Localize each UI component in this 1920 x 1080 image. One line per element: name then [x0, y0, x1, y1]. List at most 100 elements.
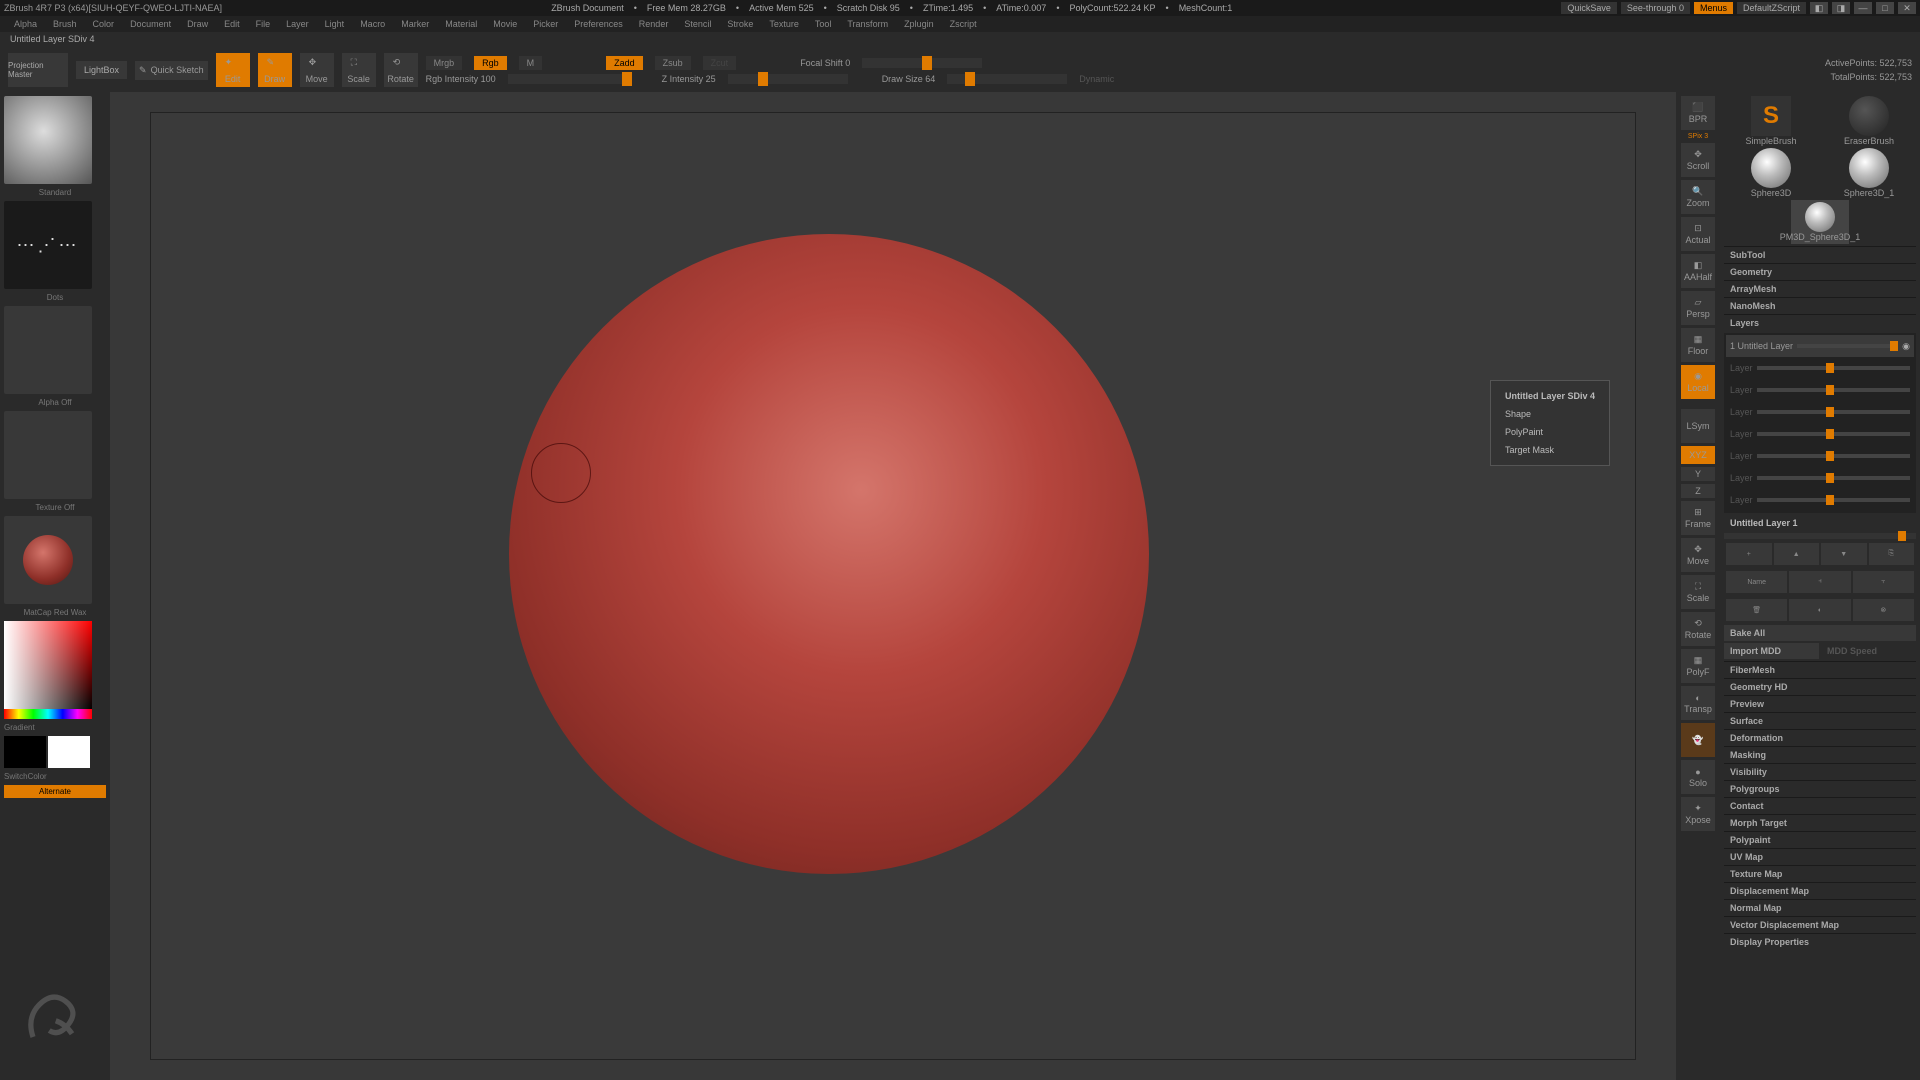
- seethrough-slider[interactable]: See-through 0: [1621, 2, 1690, 14]
- section-vector-displacement-map[interactable]: Vector Displacement Map: [1724, 916, 1916, 933]
- layer-row-active[interactable]: 1 Untitled Layer ◉: [1726, 335, 1914, 357]
- menu-stroke[interactable]: Stroke: [719, 17, 761, 31]
- zoom-button[interactable]: 🔍Zoom: [1681, 180, 1715, 214]
- layer-x-button[interactable]: ⊗: [1853, 599, 1914, 621]
- section-morph-target[interactable]: Morph Target: [1724, 814, 1916, 831]
- menu-document[interactable]: Document: [122, 17, 179, 31]
- section-arraymesh[interactable]: ArrayMesh: [1724, 280, 1916, 297]
- alternate-button[interactable]: Alternate: [4, 785, 106, 798]
- zsub-button[interactable]: Zsub: [655, 56, 691, 70]
- section-surface[interactable]: Surface: [1724, 712, 1916, 729]
- layer-row[interactable]: Layer: [1726, 401, 1914, 423]
- alpha-thumbnail[interactable]: [4, 306, 92, 394]
- layer-split-button[interactable]: ⫞: [1789, 571, 1850, 593]
- menu-movie[interactable]: Movie: [485, 17, 525, 31]
- section-displacement-map[interactable]: Displacement Map: [1724, 882, 1916, 899]
- frame-button[interactable]: ⊞Frame: [1681, 501, 1715, 535]
- import-mdd-button[interactable]: Import MDD: [1724, 643, 1819, 659]
- lsym-button[interactable]: LSym: [1681, 409, 1715, 443]
- layer-new-button[interactable]: +: [1726, 543, 1772, 565]
- scroll-button[interactable]: ✥Scroll: [1681, 143, 1715, 177]
- layer-dup-button[interactable]: ⎘: [1869, 543, 1915, 565]
- section-display-properties[interactable]: Display Properties: [1724, 933, 1916, 950]
- spix-label[interactable]: SPix 3: [1688, 133, 1708, 140]
- quicksave-button[interactable]: QuickSave: [1561, 2, 1617, 14]
- layer-row[interactable]: Layer: [1726, 357, 1914, 379]
- menu-color[interactable]: Color: [85, 17, 123, 31]
- menu-preferences[interactable]: Preferences: [566, 17, 631, 31]
- section-texture-map[interactable]: Texture Map: [1724, 865, 1916, 882]
- vpscale-button[interactable]: ⛶Scale: [1681, 575, 1715, 609]
- menu-edit[interactable]: Edit: [216, 17, 248, 31]
- default-zscript-button[interactable]: DefaultZScript: [1737, 2, 1806, 14]
- scale-button[interactable]: ⛶Scale: [342, 53, 376, 87]
- menu-picker[interactable]: Picker: [525, 17, 566, 31]
- layer-up-button[interactable]: ▲: [1774, 543, 1820, 565]
- vpmove-button[interactable]: ✥Move: [1681, 538, 1715, 572]
- layer-rec-icon[interactable]: ◉: [1902, 341, 1910, 352]
- layer-merge-button[interactable]: ⫟: [1853, 571, 1914, 593]
- rotate-button[interactable]: ⟲Rotate: [384, 53, 418, 87]
- menu-macro[interactable]: Macro: [352, 17, 393, 31]
- section-normal-map[interactable]: Normal Map: [1724, 899, 1916, 916]
- aahalf-button[interactable]: ◧AAHalf: [1681, 254, 1715, 288]
- menu-marker[interactable]: Marker: [393, 17, 437, 31]
- menu-file[interactable]: File: [248, 17, 279, 31]
- viewport[interactable]: [110, 92, 1676, 1080]
- menu-texture[interactable]: Texture: [761, 17, 807, 31]
- section-preview[interactable]: Preview: [1724, 695, 1916, 712]
- section-masking[interactable]: Masking: [1724, 746, 1916, 763]
- hue-slider[interactable]: [4, 709, 92, 719]
- menu-layer[interactable]: Layer: [278, 17, 317, 31]
- section-fibermesh[interactable]: FiberMesh: [1724, 661, 1916, 678]
- layer-row[interactable]: Layer: [1726, 423, 1914, 445]
- tool-eraserbrush[interactable]: EraserBrush: [1840, 96, 1898, 146]
- move-button[interactable]: ✥Move: [300, 53, 334, 87]
- zcut-button[interactable]: Zcut: [703, 56, 737, 70]
- draw-size-slider[interactable]: [947, 74, 1067, 84]
- section-subtool[interactable]: SubTool: [1724, 246, 1916, 263]
- swatch-black[interactable]: [4, 736, 46, 768]
- layer-row[interactable]: Layer: [1726, 445, 1914, 467]
- solo-button[interactable]: ●Solo: [1681, 760, 1715, 794]
- layer-row[interactable]: Layer: [1726, 379, 1914, 401]
- menu-material[interactable]: Material: [437, 17, 485, 31]
- menu-stencil[interactable]: Stencil: [676, 17, 719, 31]
- section-nanomesh[interactable]: NanoMesh: [1724, 297, 1916, 314]
- tool-pm3d[interactable]: PM3D_Sphere3D_1: [1791, 200, 1849, 244]
- menu-tool[interactable]: Tool: [807, 17, 840, 31]
- xpose-button[interactable]: ✦Xpose: [1681, 797, 1715, 831]
- color-picker[interactable]: [4, 621, 106, 719]
- section-polypaint[interactable]: Polypaint: [1724, 831, 1916, 848]
- zadd-button[interactable]: Zadd: [606, 56, 643, 70]
- tool-sphere3d1[interactable]: Sphere3D_1: [1840, 148, 1898, 198]
- bake-all-button[interactable]: Bake All: [1724, 625, 1916, 641]
- menus-button[interactable]: Menus: [1694, 2, 1733, 14]
- m-button[interactable]: M: [519, 56, 543, 70]
- local-button[interactable]: ◉Local: [1681, 365, 1715, 399]
- menu-zscript[interactable]: Zscript: [942, 17, 985, 31]
- layer-intensity-slider[interactable]: [1797, 344, 1898, 348]
- menu-transform[interactable]: Transform: [839, 17, 896, 31]
- section-deformation[interactable]: Deformation: [1724, 729, 1916, 746]
- section-geometry-hd[interactable]: Geometry HD: [1724, 678, 1916, 695]
- layer-down-button[interactable]: ▼: [1821, 543, 1867, 565]
- focal-shift-slider[interactable]: [862, 58, 982, 68]
- menu-zplugin[interactable]: Zplugin: [896, 17, 942, 31]
- texture-thumbnail[interactable]: [4, 411, 92, 499]
- tool-simplebrush[interactable]: SSimpleBrush: [1742, 96, 1800, 146]
- popup-polypaint[interactable]: PolyPaint: [1497, 423, 1603, 441]
- layer-name-button[interactable]: Name: [1726, 571, 1787, 593]
- xyz-button[interactable]: XYZ: [1681, 446, 1715, 464]
- section-geometry[interactable]: Geometry: [1724, 263, 1916, 280]
- layer-row[interactable]: Layer: [1726, 467, 1914, 489]
- layer-row[interactable]: Layer: [1726, 489, 1914, 511]
- gradient-label[interactable]: Gradient: [4, 723, 106, 732]
- projection-master-button[interactable]: Projection Master: [8, 53, 68, 87]
- maximize-icon[interactable]: □: [1876, 2, 1894, 14]
- brush-thumbnail[interactable]: [4, 96, 92, 184]
- z-intensity-slider[interactable]: [728, 74, 848, 84]
- transp-button[interactable]: ◐Transp: [1681, 686, 1715, 720]
- actual-button[interactable]: ⊡Actual: [1681, 217, 1715, 251]
- menu-render[interactable]: Render: [631, 17, 677, 31]
